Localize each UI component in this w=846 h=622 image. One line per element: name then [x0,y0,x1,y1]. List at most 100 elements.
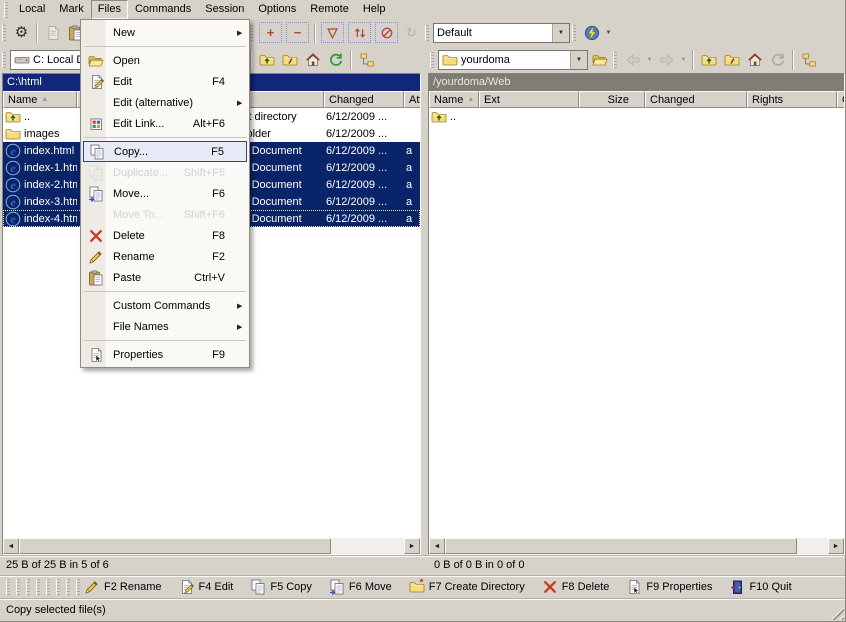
remote-horizontal-scrollbar[interactable]: ◄ ► [429,538,844,554]
column-header[interactable]: Name▲ [429,91,479,108]
local-refresh-button[interactable] [324,49,347,71]
menu-item[interactable]: Edit (alternative) ▶ [83,92,247,113]
local-horizontal-scrollbar[interactable]: ◄ ► [3,538,420,554]
remote-root-directory-button[interactable] [720,49,743,71]
toolbar-grip[interactable] [4,2,8,18]
remote-back-dropdown[interactable]: ▼ [644,49,655,71]
command-button[interactable]: F4 Edit [178,579,233,595]
preferences-button[interactable]: ⚙ [10,22,33,44]
column-header[interactable]: Changed▲ [645,91,747,108]
menu-bar-item[interactable]: Local [12,0,52,19]
menu-bar-item[interactable]: Files [91,0,128,19]
scrollbar-thumb[interactable] [445,538,797,554]
menu-item[interactable]: Move... F6 ▶ [83,183,247,204]
toolbar-grip[interactable] [56,579,60,595]
compare-directories-button[interactable] [348,22,371,43]
remote-tree-button[interactable] [797,49,820,71]
column-header[interactable]: Ext▲ [479,91,579,108]
menu-item[interactable]: Custom Commands ▶ [83,295,247,316]
column-header[interactable]: Owner▲ [837,91,844,108]
remote-back-button[interactable] [621,49,644,71]
toolbar-grip[interactable] [430,52,434,68]
menu-bar-item[interactable]: Mark [52,0,90,19]
file-changed: 6/12/2009 ... [324,196,404,208]
toolbar-grip[interactable] [6,579,10,595]
command-button[interactable]: F2 Rename [84,579,161,595]
menu-item[interactable]: Properties F9 ▶ [83,344,247,365]
resize-grip[interactable] [831,607,844,620]
synchronize-browsing-button[interactable]: ↻ [400,22,423,44]
local-tree-button[interactable] [355,49,378,71]
transfer-settings-dropdown[interactable]: ▼ [603,22,614,44]
command-button[interactable]: F9 Properties [626,579,712,595]
column-header[interactable]: Name▲ [3,91,77,108]
menu-bar-item[interactable]: Session [198,0,251,19]
local-parent-directory-button[interactable] [255,49,278,71]
synchronize-button[interactable] [41,22,64,44]
unselect-button[interactable]: − [286,22,309,43]
command-button[interactable]: F5 Copy [250,579,312,595]
toolbar-grip[interactable] [66,579,70,595]
column-header[interactable]: Attr▲ [404,91,420,108]
command-button[interactable]: F6 Move [329,579,392,595]
filter-button[interactable]: ▽ [321,22,344,43]
toolbar-grip[interactable] [613,52,617,68]
command-button-label: F10 Quit [749,581,791,593]
menu-item[interactable]: Duplicate... Shift+F5 ▶ [83,162,247,183]
menu-item[interactable]: File Names ▶ [83,316,247,337]
session-combo[interactable]: Default ▼ [433,23,570,43]
scroll-left-button[interactable]: ◄ [3,538,19,554]
menu-item[interactable]: Open ▶ [83,50,247,71]
remote-forward-button[interactable] [655,49,678,71]
toolbar-grip[interactable] [2,52,6,68]
local-home-directory-button[interactable] [301,49,324,71]
remote-open-directory-button[interactable] [588,49,611,71]
command-button[interactable]: F7 Create Directory [409,579,525,595]
menu-bar-item[interactable]: Help [356,0,393,19]
menu-bar-item[interactable]: Options [251,0,303,19]
command-button[interactable]: F10 Quit [729,579,791,595]
menu-bar-item[interactable]: Commands [128,0,198,19]
column-header[interactable]: Size▲ [579,91,645,108]
menu-item[interactable]: Edit Link... Alt+F6 ▶ [83,113,247,134]
remote-directory-dropdown[interactable]: ▼ [570,51,587,69]
remote-refresh-button[interactable] [766,49,789,71]
toolbar-grip[interactable] [36,579,40,595]
transfer-settings-button[interactable] [580,22,603,44]
menu-item[interactable]: Edit F4 ▶ [83,71,247,92]
menu-item[interactable]: Move To... Shift+F6 ▶ [83,204,247,225]
scrollbar-thumb[interactable] [19,538,331,554]
arrow-right-icon [659,52,675,68]
column-header[interactable]: Rights▲ [747,91,837,108]
select-button[interactable]: + [259,22,282,43]
remote-parent-directory-button[interactable] [697,49,720,71]
toolbar-grip[interactable] [26,579,30,595]
remote-directory-combo[interactable]: yourdoma ▼ [438,50,588,70]
menu-item[interactable]: New ▶ [83,22,247,43]
menu-item[interactable]: Rename F2 ▶ [83,246,247,267]
menu-item[interactable]: Copy... F5 ▶ [83,141,247,162]
menu-item-shortcut: F5 [211,146,224,158]
unselect-all-button[interactable] [375,22,398,43]
menu-item[interactable]: Delete F8 ▶ [83,225,247,246]
toolbar-grip[interactable] [46,579,50,595]
remote-path-bar[interactable]: /yourdoma/Web [429,74,844,91]
local-root-directory-button[interactable] [278,49,301,71]
toolbar-grip[interactable] [16,579,20,595]
file-row[interactable]: .. [429,108,844,125]
remote-forward-dropdown[interactable]: ▼ [678,49,689,71]
toolbar-grip[interactable] [76,579,80,595]
toolbar-grip[interactable] [572,25,576,41]
command-button[interactable]: F8 Delete [542,579,610,595]
toolbar-grip[interactable] [425,25,429,41]
session-combo-dropdown[interactable]: ▼ [552,24,569,42]
menu-item[interactable]: Paste Ctrl+V ▶ [83,267,247,288]
scroll-right-button[interactable]: ► [828,538,844,554]
toolbar-grip[interactable] [2,25,6,41]
scroll-left-button[interactable]: ◄ [429,538,445,554]
file-name: .. [24,111,30,123]
scroll-right-button[interactable]: ► [404,538,420,554]
menu-bar-item[interactable]: Remote [303,0,356,19]
column-header[interactable]: Changed▲ [324,91,404,108]
remote-home-directory-button[interactable] [743,49,766,71]
